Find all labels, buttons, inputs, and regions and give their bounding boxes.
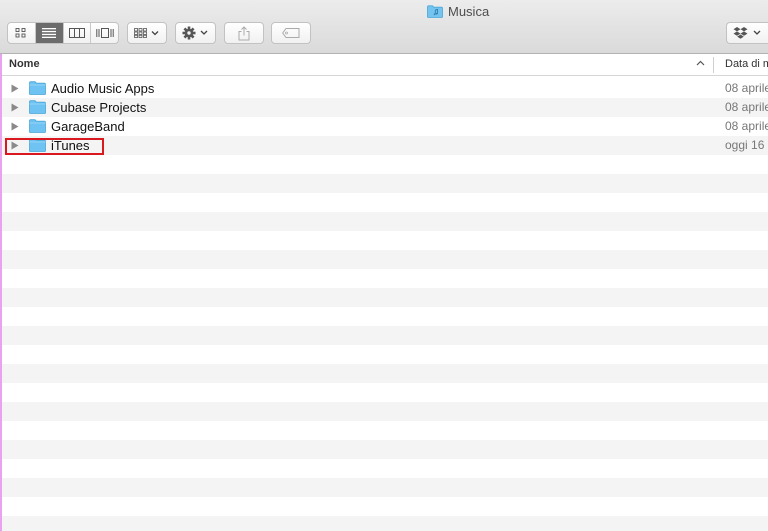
action-button[interactable] <box>175 22 216 44</box>
columns-icon <box>68 28 85 38</box>
empty-row <box>0 212 768 231</box>
list-item-date: 08 aprile <box>725 119 768 133</box>
list-item[interactable]: Audio Music Apps 08 aprile <box>0 79 768 98</box>
empty-row <box>0 231 768 250</box>
share-icon <box>238 25 250 40</box>
disclosure-triangle-icon[interactable] <box>11 84 19 93</box>
list-item-name: Audio Music Apps <box>51 81 155 96</box>
list-item[interactable]: GarageBand 08 aprile <box>0 117 768 136</box>
empty-row <box>0 250 768 269</box>
empty-row <box>0 440 768 459</box>
finder-window: Musica Nome Data di m Audio Music Apps 0… <box>0 0 768 531</box>
column-header-date[interactable]: Data di m <box>725 58 768 70</box>
empty-row <box>0 193 768 212</box>
coverflow-view-button[interactable] <box>91 23 118 43</box>
icon-view-button[interactable] <box>8 23 36 43</box>
arrange-button[interactable] <box>127 22 167 44</box>
disclosure-triangle-icon[interactable] <box>11 122 19 131</box>
dropbox-icon <box>733 27 760 39</box>
empty-row <box>0 402 768 421</box>
list-item-name: Cubase Projects <box>51 100 147 115</box>
tag-button[interactable] <box>271 22 311 44</box>
empty-row <box>0 478 768 497</box>
arrange-grid-icon <box>134 28 159 38</box>
folder-icon <box>29 81 46 95</box>
grid-icon <box>15 28 26 38</box>
empty-row <box>0 383 768 402</box>
list-item[interactable]: Cubase Projects 08 aprile <box>0 98 768 117</box>
list-item-date: oggi 16 <box>725 138 765 152</box>
list-item-date: 08 aprile <box>725 81 768 95</box>
coverflow-icon <box>95 28 114 38</box>
list-icon <box>42 28 57 38</box>
empty-row <box>0 155 768 174</box>
window-title: Musica <box>448 3 490 19</box>
music-folder-icon <box>427 4 443 18</box>
toolbar: Musica <box>0 0 768 54</box>
empty-row <box>0 364 768 383</box>
column-header-name[interactable]: Nome <box>9 58 40 70</box>
empty-row <box>0 269 768 288</box>
window-edge <box>0 54 2 531</box>
list-view-button[interactable] <box>35 23 64 43</box>
empty-row <box>0 459 768 478</box>
list-item-name: GarageBand <box>51 119 125 134</box>
list-item-date: 08 aprile <box>725 100 768 114</box>
list-item[interactable]: iTunes oggi 16 <box>0 136 768 155</box>
share-button[interactable] <box>224 22 264 44</box>
empty-row <box>0 345 768 364</box>
sort-ascending-icon[interactable] <box>696 60 705 66</box>
folder-icon <box>29 100 46 114</box>
empty-row <box>0 516 768 531</box>
tag-icon <box>282 28 300 38</box>
folder-icon <box>29 119 46 133</box>
empty-row <box>0 307 768 326</box>
empty-row <box>0 174 768 193</box>
item-highlight-box <box>5 138 104 155</box>
window-title-area: Musica <box>427 3 489 19</box>
empty-row <box>0 326 768 345</box>
empty-row <box>0 288 768 307</box>
empty-row <box>0 421 768 440</box>
gear-icon <box>182 26 207 40</box>
disclosure-triangle-icon[interactable] <box>11 103 19 112</box>
dropbox-button[interactable] <box>726 22 768 44</box>
list-header: Nome Data di m <box>0 54 768 76</box>
empty-row <box>0 497 768 516</box>
file-list: Audio Music Apps 08 aprile Cubase Projects… <box>0 79 768 531</box>
column-divider[interactable] <box>713 57 714 73</box>
view-mode-switcher[interactable] <box>7 22 119 44</box>
column-view-button[interactable] <box>64 23 92 43</box>
